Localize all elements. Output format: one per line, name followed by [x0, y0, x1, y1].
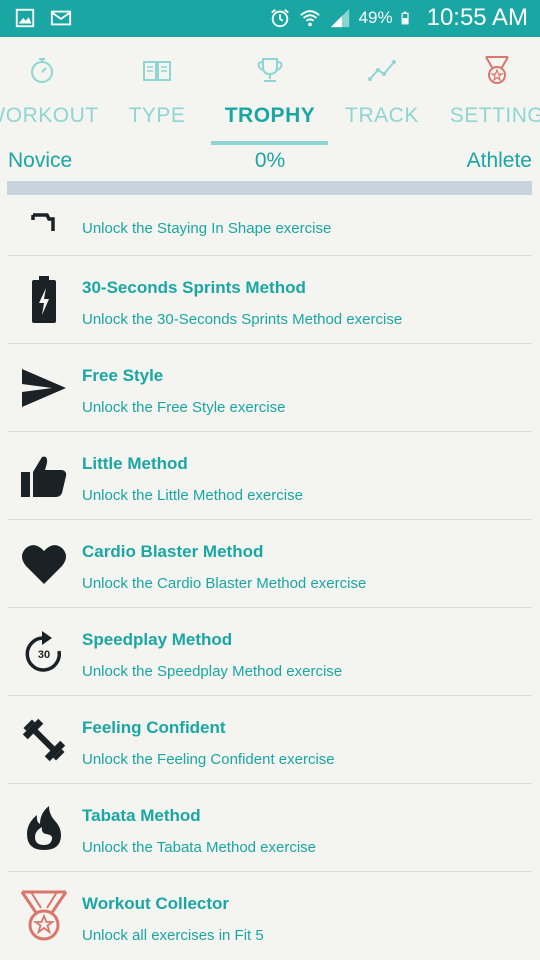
- item-description: Unlock the Free Style exercise: [82, 399, 286, 416]
- item-description: Unlock the Little Method exercise: [82, 487, 303, 504]
- list-item[interactable]: 30 Speedplay Method Unlock the Speedplay…: [0, 608, 540, 696]
- signal-icon: [330, 8, 349, 28]
- dumbbell-icon: [16, 712, 72, 768]
- item-description: Unlock the Staying In Shape exercise: [82, 220, 332, 237]
- tab-label: WORKOUT: [0, 104, 99, 127]
- stopwatch-icon: [31, 58, 53, 83]
- wifi-icon: [299, 10, 320, 27]
- item-description: Unlock the Speedplay Method exercise: [82, 663, 343, 680]
- progress-labels: Novice 0% Athlete: [0, 145, 540, 179]
- item-description: Unlock the Tabata Method exercise: [82, 839, 317, 856]
- status-bar: 49% 10:55 AM: [0, 0, 540, 37]
- list-item[interactable]: Little Method Unlock the Little Method e…: [0, 432, 540, 520]
- heart-icon: [16, 536, 72, 592]
- tab-label: TYPE: [128, 104, 186, 127]
- replay-30-icon: 30: [16, 624, 72, 680]
- item-title: Workout Collector: [82, 894, 230, 913]
- list-item[interactable]: Workout Collector Unlock all exercises i…: [0, 872, 540, 960]
- flame-icon: [16, 800, 72, 856]
- book-icon: [143, 61, 171, 81]
- tab-workout[interactable]: WORKOUT: [0, 37, 101, 145]
- tab-label: TROPHY: [224, 104, 316, 127]
- battery-icon: [401, 11, 409, 25]
- battery-percent: 49%: [358, 8, 393, 27]
- tab-track[interactable]: TRACK: [323, 37, 441, 145]
- level-end-label: Athlete: [466, 149, 532, 172]
- item-title: Little Method: [82, 454, 188, 473]
- replay-30-text: 30: [38, 649, 50, 661]
- tab-type[interactable]: TYPE: [98, 37, 216, 145]
- trophy-icon: [257, 58, 283, 82]
- list-item[interactable]: Free Style Unlock the Free Style exercis…: [0, 344, 540, 432]
- medal-icon: [16, 888, 72, 944]
- list-item[interactable]: Cardio Blaster Method Unlock the Cardio …: [0, 520, 540, 608]
- medal-icon: [485, 56, 509, 84]
- tab-label: SETTING: [449, 104, 540, 127]
- battery-charge-icon: [16, 272, 72, 328]
- tab-bar: WORKOUT TYPE TROPHY TRACK SETTING: [0, 37, 540, 145]
- clock: 10:55 AM: [426, 4, 528, 31]
- list-item[interactable]: 30-Seconds Sprints Method Unlock the 30-…: [0, 256, 540, 344]
- gallery-icon: [15, 8, 35, 28]
- item-title: Cardio Blaster Method: [82, 542, 264, 561]
- item-title: Free Style: [82, 366, 164, 385]
- list-item[interactable]: Tabata Method Unlock the Tabata Method e…: [0, 784, 540, 872]
- tab-setting[interactable]: SETTING: [438, 37, 540, 145]
- list-item[interactable]: Unlock the Staying In Shape exercise: [0, 196, 540, 256]
- staying-in-shape-icon: [16, 196, 72, 246]
- item-description: Unlock all exercises in Fit 5: [82, 927, 264, 944]
- progress-bar: [7, 181, 532, 195]
- item-title: Tabata Method: [82, 806, 201, 825]
- progress-percent: 0%: [254, 149, 286, 172]
- alarm-icon: [270, 9, 289, 28]
- trophy-list: Unlock the Staying In Shape exercise 30-…: [0, 196, 540, 960]
- list-item[interactable]: Feeling Confident Unlock the Feeling Con…: [0, 696, 540, 784]
- tab-label: TRACK: [345, 104, 419, 127]
- line-chart-icon: [368, 60, 396, 81]
- item-description: Unlock the Feeling Confident exercise: [82, 751, 335, 768]
- item-description: Unlock the 30-Seconds Sprints Method exe…: [82, 311, 403, 328]
- item-title: Speedplay Method: [82, 630, 233, 649]
- item-title: Feeling Confident: [82, 718, 226, 737]
- item-title: 30-Seconds Sprints Method: [82, 278, 306, 297]
- mail-icon: [50, 10, 72, 26]
- tab-trophy[interactable]: TROPHY: [211, 37, 329, 145]
- item-description: Unlock the Cardio Blaster Method exercis…: [82, 575, 367, 592]
- thumbs-up-icon: [16, 448, 72, 504]
- paper-plane-icon: [16, 360, 72, 416]
